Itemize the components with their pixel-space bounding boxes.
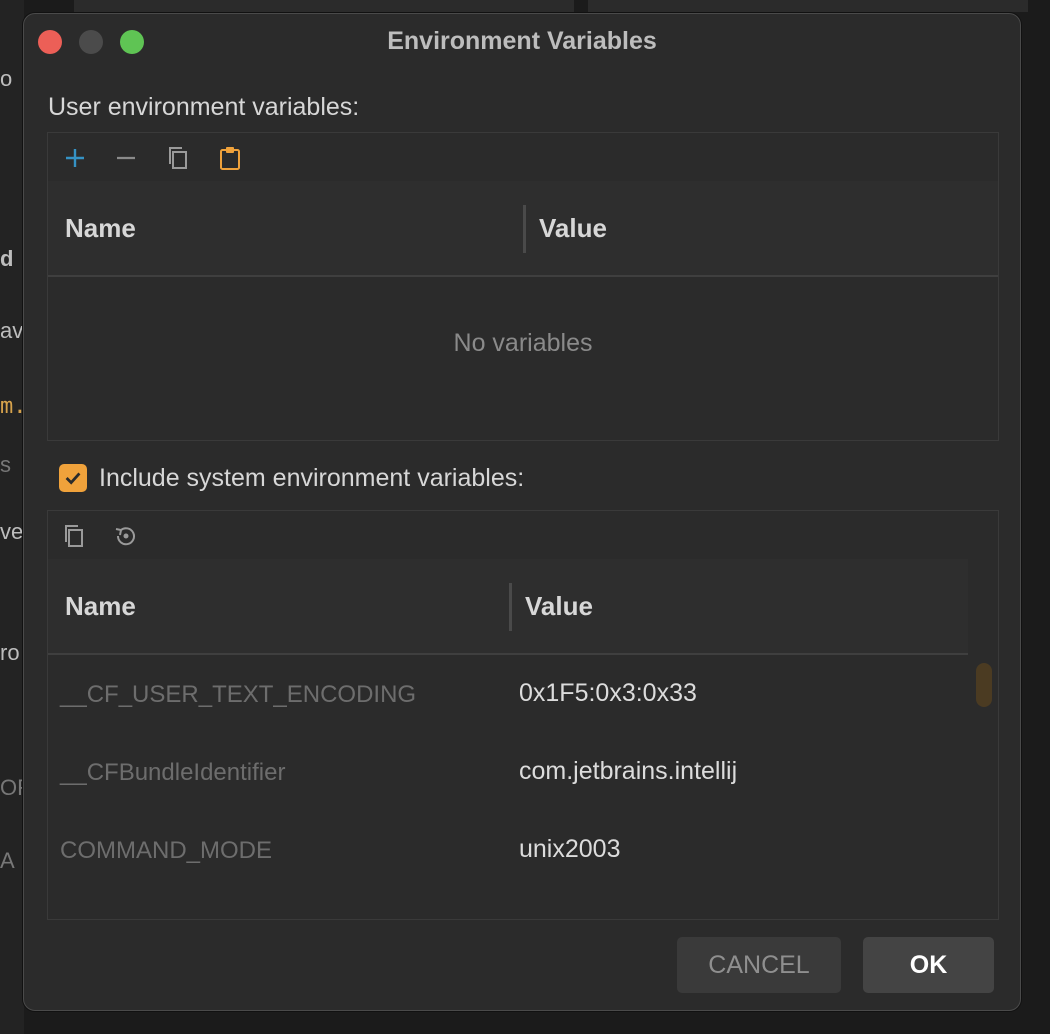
- background-fragment: av: [0, 318, 24, 343]
- background-fragment: m.: [0, 394, 24, 419]
- background-ide-sidebar: [0, 0, 24, 1034]
- column-resize-handle[interactable]: [509, 583, 512, 631]
- user-variables-label: User environment variables:: [48, 93, 360, 121]
- clipboard-icon[interactable]: [215, 143, 245, 173]
- user-variables-panel: Name Value No variables: [47, 132, 999, 441]
- include-system-row[interactable]: Include system environment variables:: [59, 463, 524, 493]
- ok-button[interactable]: OK: [863, 937, 994, 993]
- background-fragment: d: [0, 246, 14, 271]
- user-table-header: Name Value: [48, 181, 998, 277]
- checkmark-icon: [65, 472, 81, 485]
- name-column-header[interactable]: Name: [65, 591, 136, 622]
- copy-icon[interactable]: [163, 143, 193, 173]
- background-fragment: OF: [0, 775, 24, 800]
- variable-value: 0x1F5:0x3:0x33: [519, 679, 697, 707]
- system-variables-toolbar: [48, 511, 998, 559]
- background-tab: [74, 0, 574, 12]
- system-variables-panel: Name Value __CF_USER_TEXT_ENCODING 0x1F5…: [47, 510, 999, 920]
- copy-icon[interactable]: [59, 521, 89, 551]
- reset-icon[interactable]: [110, 521, 140, 551]
- variable-name: __CFBundleIdentifier: [60, 759, 286, 786]
- background-fragment: A: [0, 848, 15, 873]
- table-row[interactable]: __CF_USER_TEXT_ENCODING 0x1F5:0x3:0x33: [48, 657, 968, 735]
- environment-variables-dialog: Environment Variables User environment v…: [23, 13, 1021, 1011]
- plus-icon[interactable]: [60, 143, 90, 173]
- variable-name: COMMAND_MODE: [60, 837, 273, 864]
- dialog-title: Environment Variables: [387, 27, 657, 55]
- background-tab: [588, 0, 1028, 12]
- cancel-button[interactable]: CANCEL: [677, 937, 841, 993]
- background-fragment: s: [0, 452, 11, 477]
- include-system-checkbox[interactable]: [59, 464, 87, 492]
- value-column-header[interactable]: Value: [525, 591, 593, 622]
- variable-value: com.jetbrains.intellij: [519, 757, 738, 785]
- name-column-header[interactable]: Name: [65, 213, 136, 244]
- system-table-header: Name Value: [48, 559, 968, 655]
- variable-value: unix2003: [519, 835, 621, 863]
- background-fragment: ro: [0, 640, 20, 665]
- variable-name: __CF_USER_TEXT_ENCODING: [60, 681, 417, 708]
- empty-table-message: No variables: [453, 329, 593, 357]
- table-row[interactable]: COMMAND_MODE unix2003: [48, 813, 968, 891]
- minus-icon[interactable]: [111, 143, 141, 173]
- vertical-scrollbar[interactable]: [976, 663, 992, 707]
- background-fragment: o: [0, 66, 13, 91]
- background-fragment: ve: [0, 519, 24, 544]
- include-system-label: Include system environment variables:: [99, 463, 525, 492]
- user-variables-toolbar: [48, 133, 998, 181]
- table-row[interactable]: __CFBundleIdentifier com.jetbrains.intel…: [48, 735, 968, 813]
- column-resize-handle[interactable]: [523, 205, 526, 253]
- value-column-header[interactable]: Value: [539, 213, 607, 244]
- title-bar: Environment Variables: [24, 14, 1020, 68]
